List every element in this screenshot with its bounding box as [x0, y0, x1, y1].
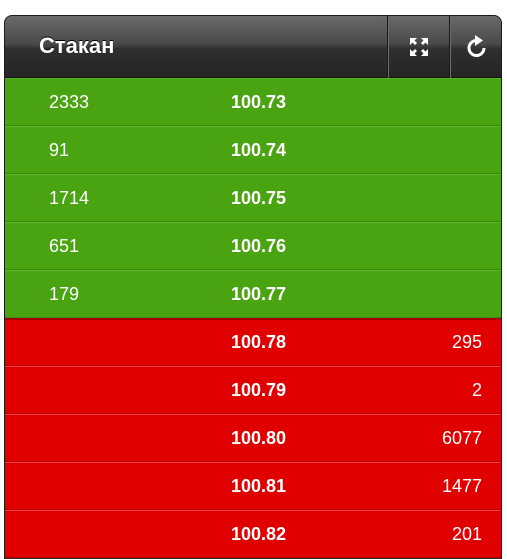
price: 100.77	[231, 283, 287, 304]
price: 100.74	[231, 139, 287, 160]
bid-volume: 1714	[49, 187, 90, 208]
ask-row[interactable]: 100.81 1477	[5, 462, 501, 510]
ask-volume: 295	[451, 332, 482, 352]
ask-volume: 6077	[441, 427, 482, 448]
bid-volume: 2333	[49, 91, 90, 112]
panel-title: Стакан	[39, 33, 115, 58]
bid-row[interactable]: 651 100.76	[5, 222, 501, 270]
order-book-table: 2333 100.73 91 100.74 1714 100.75 651 100.76 179…	[5, 78, 501, 558]
bid-volume: 179	[49, 283, 80, 304]
price: 100.75	[231, 187, 287, 208]
bid-volume: 651	[49, 235, 80, 256]
bid-volume: 91	[49, 139, 70, 160]
bid-row[interactable]: 2333 100.73	[5, 78, 501, 126]
refresh-button[interactable]	[449, 16, 501, 78]
price: 100.78	[231, 332, 287, 352]
expand-icon	[409, 38, 428, 56]
price: 100.76	[231, 235, 287, 256]
ask-volume: 2	[471, 379, 482, 400]
ask-volume: 201	[451, 523, 482, 544]
ask-row[interactable]: 100.78 295	[5, 318, 501, 366]
price: 100.81	[231, 475, 287, 496]
price: 100.79	[231, 379, 287, 400]
expand-button[interactable]	[387, 16, 449, 78]
order-book-panel: Стакан 2333 100.73 91 100.74 1714 100.75 651 10…	[4, 15, 502, 559]
ask-row[interactable]: 100.79 2	[5, 366, 501, 414]
ask-volume: 1477	[441, 475, 482, 496]
bid-row[interactable]: 1714 100.75	[5, 174, 501, 222]
price: 100.73	[231, 91, 287, 112]
bid-row[interactable]: 91 100.74	[5, 126, 501, 174]
price: 100.82	[231, 523, 287, 544]
ask-row[interactable]: 100.82 201	[5, 510, 501, 558]
price: 100.80	[231, 427, 287, 448]
bid-row[interactable]: 179 100.77	[5, 270, 501, 318]
ask-row[interactable]: 100.80 6077	[5, 414, 501, 462]
refresh-icon	[467, 35, 485, 57]
panel-header: Стакан	[5, 16, 501, 78]
